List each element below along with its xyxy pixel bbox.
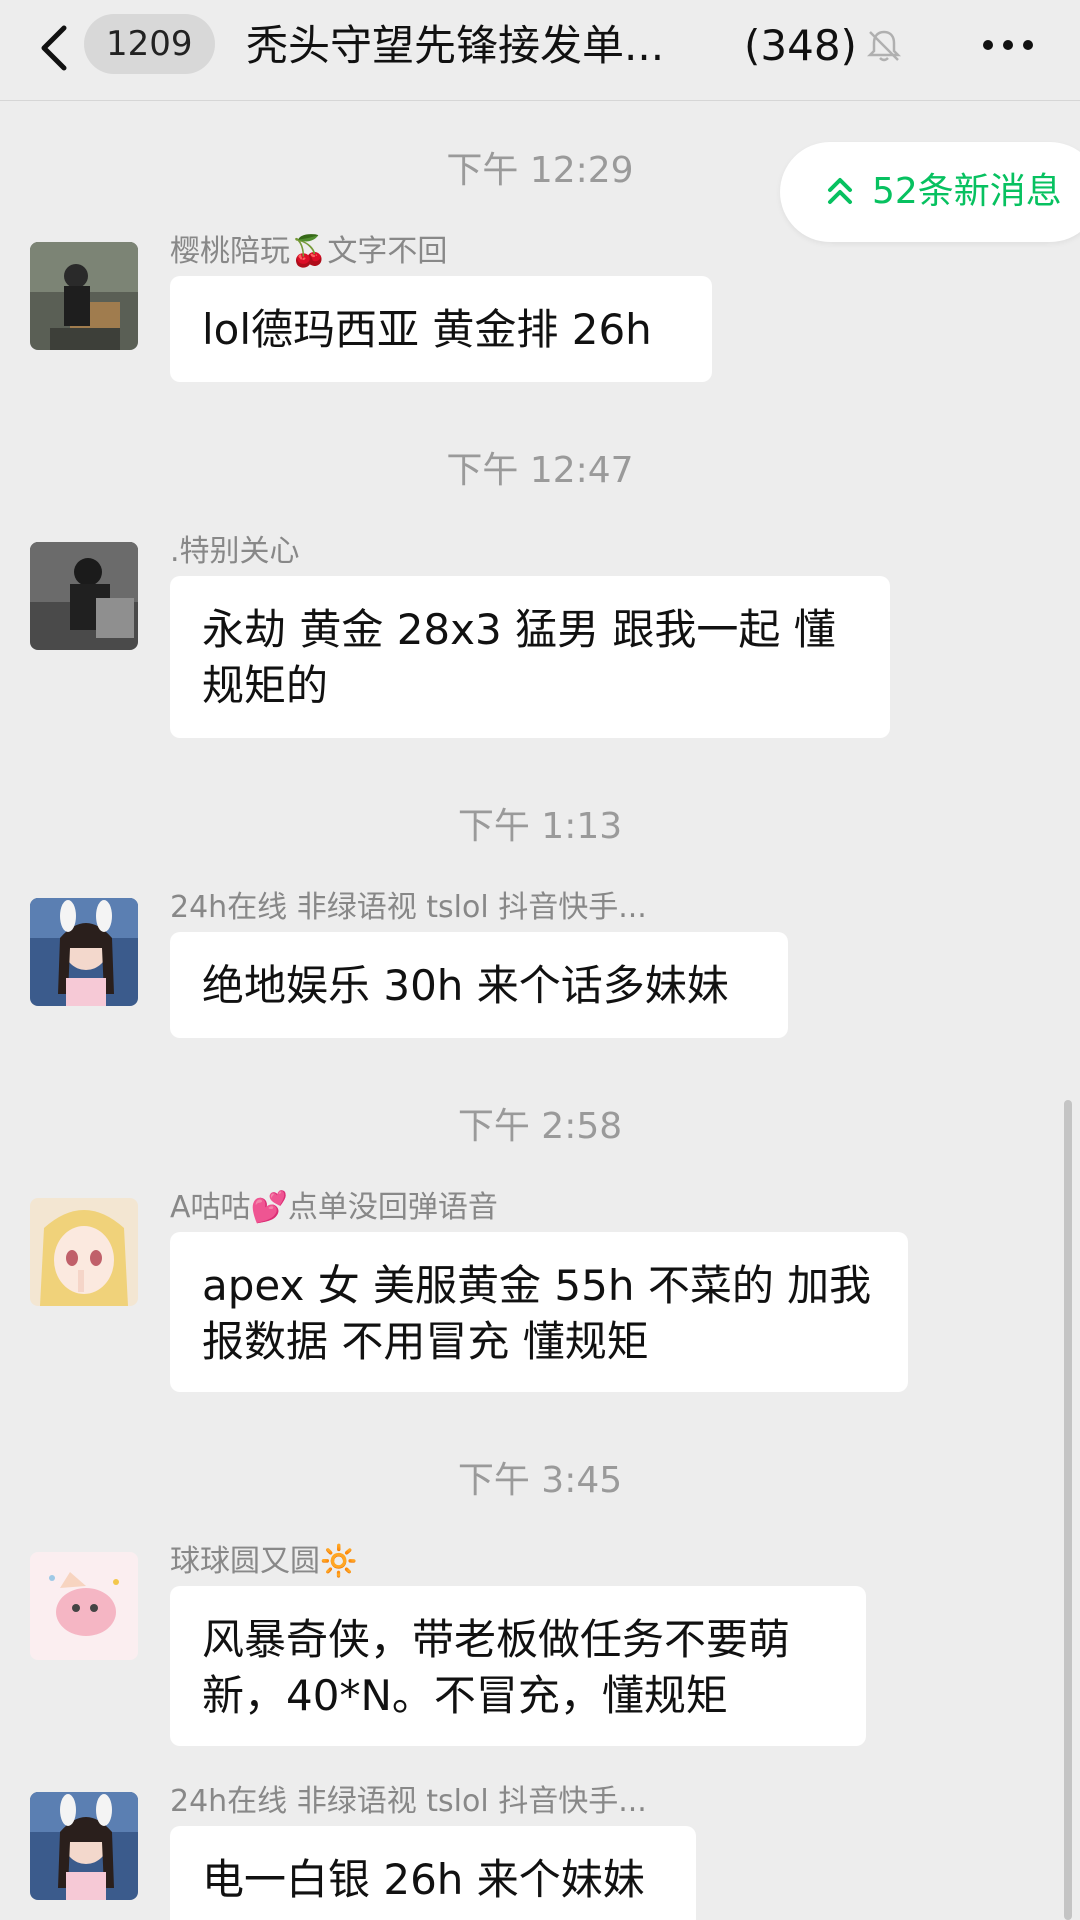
sender-name: 24h在线 非绿语视 tslol 抖音快手...: [170, 1784, 647, 1819]
more-options-icon[interactable]: [980, 30, 1036, 60]
avatar-photo: [30, 242, 138, 350]
member-count: (348): [744, 21, 857, 70]
avatar[interactable]: [30, 898, 138, 1006]
timestamp: 下午 1:13: [457, 806, 623, 847]
message-bubble[interactable]: 永劫 黄金 28x3 猛男 跟我一起 懂规矩的: [170, 576, 890, 738]
avatar[interactable]: [30, 1552, 138, 1660]
sender-name: 24h在线 非绿语视 tslol 抖音快手...: [170, 890, 647, 925]
avatar[interactable]: [30, 1792, 138, 1900]
message-bubble[interactable]: 风暴奇侠，带老板做任务不要萌新，40*N。不冒充，懂规矩: [170, 1586, 866, 1746]
timestamp: 下午 2:58: [457, 1106, 623, 1147]
sender-name: 球球圆又圆🔆: [170, 1544, 358, 1579]
chat-header: 1209 秃头守望先锋接发单... (348): [0, 0, 1080, 101]
message-bubble[interactable]: 电一白银 26h 来个妹妹: [170, 1826, 696, 1920]
sender-name: 樱桃陪玩🍒文字不回: [170, 234, 448, 269]
avatar-photo: [30, 898, 138, 1006]
avatar-photo: [30, 1552, 138, 1660]
avatar-photo: [30, 1198, 138, 1306]
sender-name: .特别关心: [170, 534, 300, 569]
chat-screen: 1209 秃头守望先锋接发单... (348) 52条新消息 下午 12:29: [0, 0, 1080, 1920]
message-bubble[interactable]: lol德玛西亚 黄金排 26h: [170, 276, 712, 382]
message-bubble[interactable]: apex 女 美服黄金 55h 不菜的 加我报数据 不用冒充 懂规矩: [170, 1232, 908, 1392]
unread-count-badge[interactable]: 1209: [84, 14, 215, 74]
back-arrow-icon[interactable]: [32, 18, 82, 78]
muted-bell-icon: [866, 30, 902, 62]
timestamp: 下午 3:45: [457, 1460, 623, 1501]
timestamp: 下午 12:47: [446, 450, 634, 491]
timestamp: 下午 12:29: [446, 150, 634, 191]
avatar-photo: [30, 1792, 138, 1900]
message-bubble[interactable]: 绝地娱乐 30h 来个话多妹妹: [170, 932, 788, 1038]
avatar[interactable]: [30, 242, 138, 350]
scrollbar[interactable]: [1064, 1100, 1072, 1920]
avatar[interactable]: [30, 1198, 138, 1306]
sender-name: A咕咕💕点单没回弹语音: [170, 1190, 498, 1225]
avatar-photo: [30, 542, 138, 650]
avatar[interactable]: [30, 542, 138, 650]
group-title: 秃头守望先锋接发单...: [246, 21, 665, 70]
